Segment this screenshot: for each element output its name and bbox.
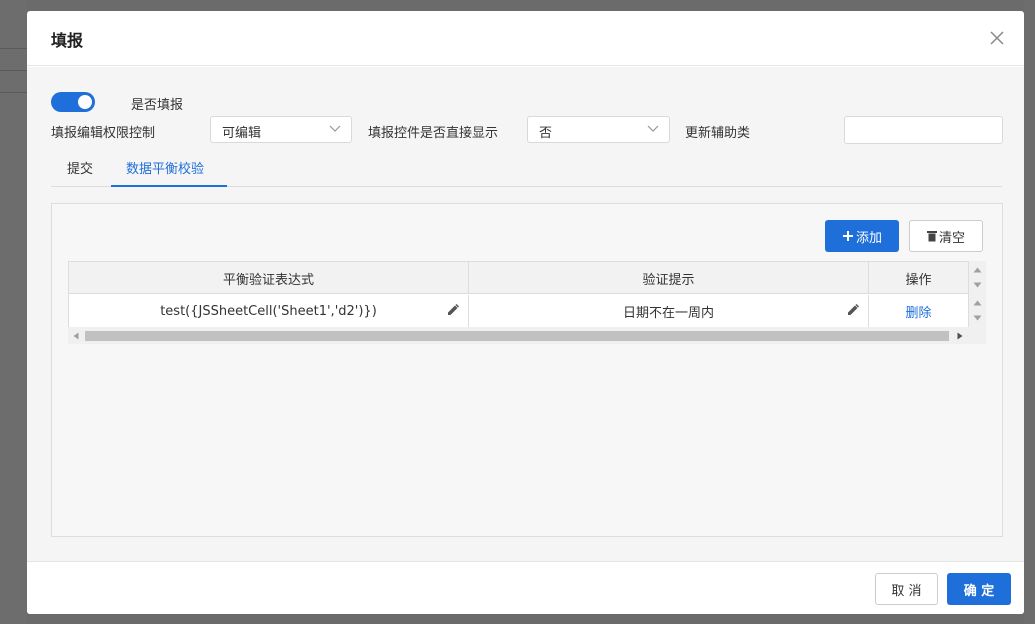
fill-toggle[interactable]: [51, 92, 95, 112]
table-header-row: 平衡验证表达式 验证提示 操作: [69, 262, 968, 294]
dialog-footer: 取 消 确 定: [27, 561, 1024, 614]
scroll-down-arrow-icon[interactable]: [973, 315, 982, 321]
background-app-left: [0, 0, 27, 624]
background-app-right: [1024, 0, 1035, 624]
delete-link[interactable]: 删除: [905, 302, 931, 321]
clear-button[interactable]: 清空: [909, 220, 983, 252]
scroll-right-arrow-icon[interactable]: [957, 332, 963, 340]
toggle-knob: [78, 95, 92, 109]
background-divider: [0, 48, 27, 49]
chevron-down-icon: [329, 125, 341, 132]
direct-display-select[interactable]: 否: [527, 116, 670, 143]
pencil-icon[interactable]: [846, 303, 860, 317]
dialog-body: 是否填报 填报编辑权限控制 可编辑 填报控件是否直接显示 否 更新辅助类 提交 …: [27, 67, 1024, 561]
background-divider: [0, 70, 27, 71]
ok-button[interactable]: 确 定: [947, 573, 1011, 605]
rows-vertical-scrollbar[interactable]: [969, 294, 986, 327]
table-body: 平衡验证表达式 验证提示 操作 test({JSSheetCell('Sheet…: [68, 261, 969, 327]
header-vertical-scrollbar[interactable]: [969, 261, 986, 294]
balance-table: 平衡验证表达式 验证提示 操作 test({JSSheetCell('Sheet…: [68, 261, 986, 344]
expression-text: test({JSSheetCell('Sheet1','d2')}): [160, 303, 377, 319]
column-header-expression: 平衡验证表达式: [69, 262, 469, 294]
hint-cell[interactable]: 日期不在一周内: [469, 295, 869, 327]
tab-submit[interactable]: 提交: [67, 155, 107, 187]
permission-select[interactable]: 可编辑: [210, 116, 352, 143]
scroll-up-arrow-icon[interactable]: [973, 267, 982, 273]
background-divider: [0, 92, 27, 93]
horizontal-scroll-thumb[interactable]: [85, 331, 949, 341]
plus-icon: [842, 231, 853, 241]
permission-value: 可编辑: [222, 126, 262, 141]
cancel-button[interactable]: 取 消: [875, 573, 938, 605]
add-button-label: 添加: [855, 230, 882, 246]
scroll-up-arrow-icon[interactable]: [973, 300, 982, 306]
pencil-icon[interactable]: [446, 303, 460, 317]
action-cell: 删除: [869, 295, 968, 327]
permission-label: 填报编辑权限控制: [51, 126, 156, 141]
scroll-down-arrow-icon[interactable]: [973, 282, 982, 288]
close-icon[interactable]: [988, 29, 1006, 47]
helper-class-input[interactable]: [844, 116, 1003, 144]
trash-icon: [926, 231, 937, 242]
clear-button-label: 清空: [938, 230, 965, 246]
column-header-action: 操作: [905, 272, 932, 288]
dialog-title: 填报: [51, 31, 84, 50]
expression-cell[interactable]: test({JSSheetCell('Sheet1','d2')}): [69, 295, 469, 327]
add-button[interactable]: 添加: [825, 220, 899, 252]
table-row: test({JSSheetCell('Sheet1','d2')}) 日期不在一…: [69, 295, 968, 327]
fill-dialog: 填报 是否填报 填报编辑权限控制 可编辑 填报控件是否直接显示 否 更新辅助类 …: [27, 11, 1024, 614]
tab-balance-check[interactable]: 数据平衡校验: [111, 155, 227, 187]
balance-check-panel: 添加 清空 平衡验证表达式 验证提示 操作 test({JSSheetCell(…: [51, 203, 1003, 537]
scroll-left-arrow-icon[interactable]: [73, 332, 79, 340]
hint-text: 日期不在一周内: [622, 305, 714, 321]
tab-bar: 提交 数据平衡校验: [51, 155, 1002, 187]
column-header-hint: 验证提示: [469, 262, 869, 294]
horizontal-scrollbar[interactable]: [68, 327, 986, 344]
direct-display-label: 填报控件是否直接显示: [368, 126, 499, 141]
helper-class-label: 更新辅助类: [685, 126, 751, 141]
chevron-down-icon: [647, 125, 659, 132]
dialog-header: 填报: [27, 11, 1024, 66]
direct-display-value: 否: [539, 126, 553, 141]
fill-toggle-label: 是否填报: [131, 98, 184, 113]
